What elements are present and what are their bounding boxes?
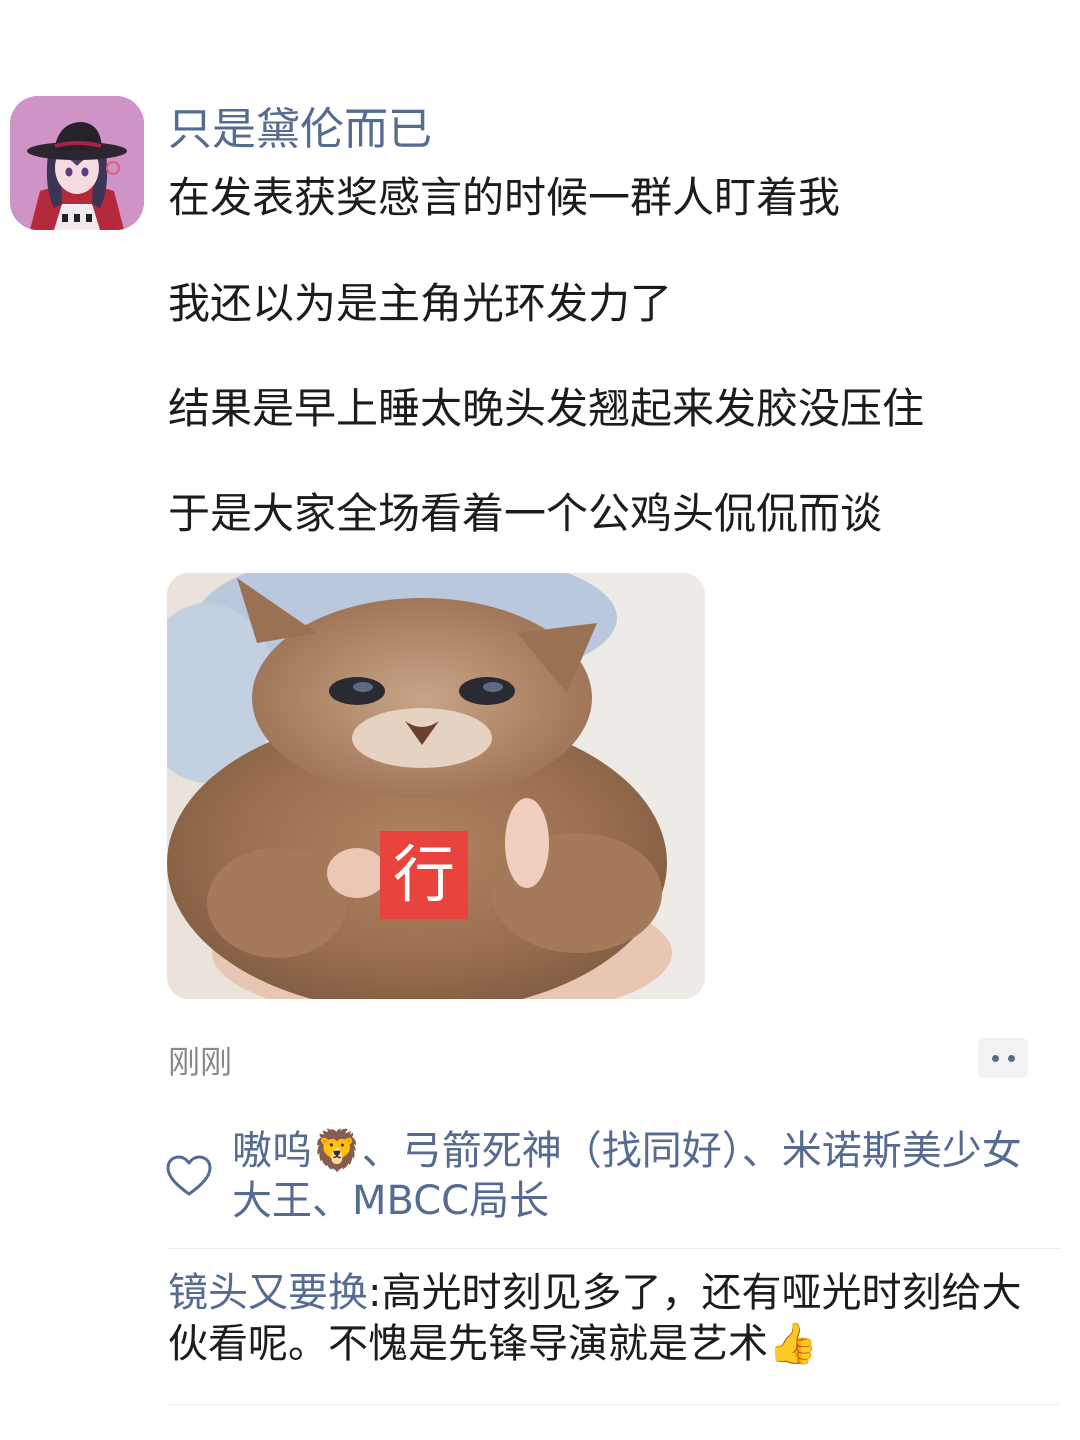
heart-icon[interactable]: [165, 1154, 213, 1198]
post-timestamp: 刚刚: [168, 1043, 233, 1081]
more-icon-dot: [1007, 1054, 1015, 1062]
post-text-line: 在发表获奖感言的时候一群人盯着我: [168, 173, 841, 222]
comment-separator: :: [368, 1270, 382, 1316]
post-image-cat-meme[interactable]: 行: [167, 573, 705, 999]
more-icon-dot: [991, 1054, 999, 1062]
post-text-line: 结果是早上睡太晚头发翘起来发胶没压住: [168, 384, 925, 433]
divider: [168, 1404, 1060, 1405]
more-options-button[interactable]: [978, 1038, 1028, 1078]
meme-badge-text: 行: [380, 831, 468, 919]
post-text-line: 于是大家全场看着一个公鸡头侃侃而谈: [168, 489, 883, 538]
post-author-name[interactable]: 只是黛伦而已: [168, 100, 432, 160]
post-text-line: 我还以为是主角光环发力了: [168, 279, 673, 328]
divider: [168, 1248, 1060, 1249]
likers-list[interactable]: 嗷呜🦁、弓箭死神（找同好）、米诺斯美少女大王、MBCC局长: [232, 1126, 1052, 1226]
likes-section: 嗷呜🦁、弓箭死神（找同好）、米诺斯美少女大王、MBCC局长: [160, 1126, 1060, 1246]
avatar[interactable]: [10, 96, 144, 230]
comment-author[interactable]: 镜头又要换: [168, 1270, 368, 1316]
comment-item[interactable]: 镜头又要换:高光时刻见多了，还有哑光时刻给大伙看呢。不愧是先锋导演就是艺术👍: [168, 1268, 1058, 1370]
